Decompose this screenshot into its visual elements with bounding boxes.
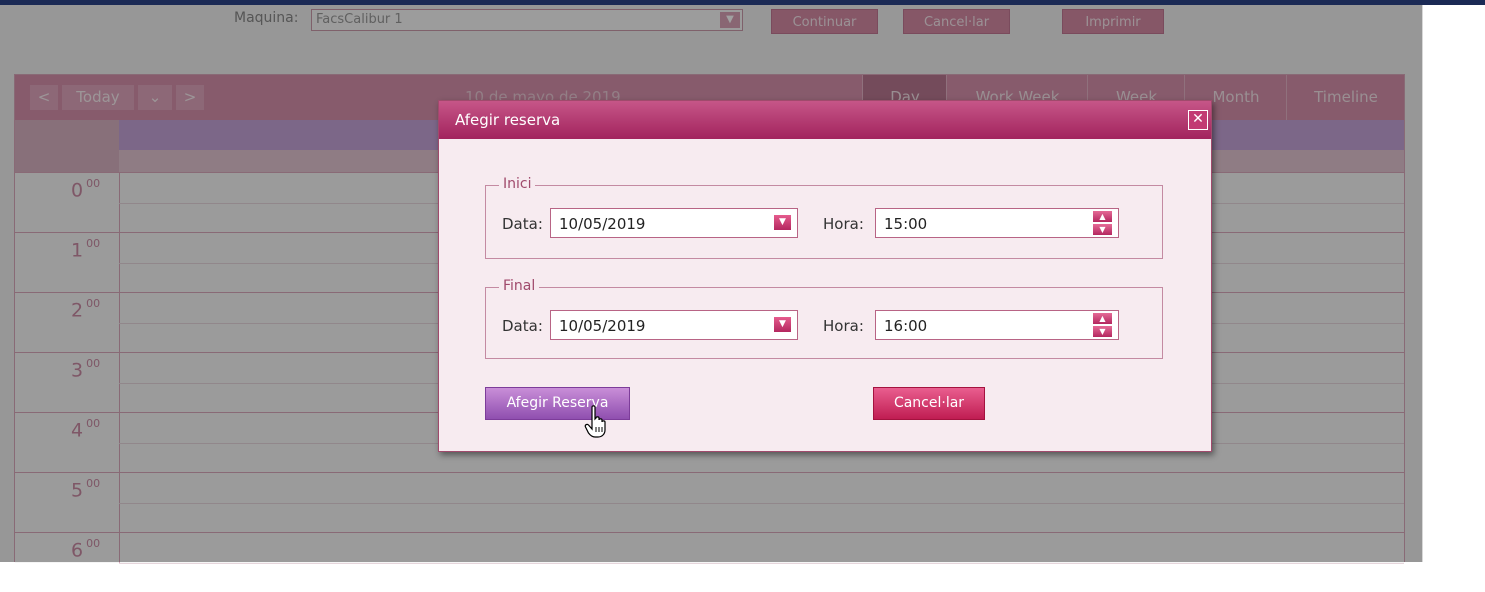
start-group: Inici Data: 10/05/2019 ▼ Hora: 15:00 ▲ ▼	[485, 176, 1163, 259]
spin-down-icon[interactable]: ▼	[1093, 326, 1112, 337]
end-time-value: 16:00	[884, 317, 928, 335]
spin-down-icon[interactable]: ▼	[1093, 224, 1112, 235]
hand-cursor-icon	[584, 405, 606, 438]
start-time-field[interactable]: 15:00 ▲ ▼	[875, 208, 1119, 238]
start-time-label: Hora:	[823, 215, 864, 233]
close-icon[interactable]: ✕	[1188, 110, 1208, 130]
chevron-down-icon[interactable]: ▼	[774, 317, 791, 332]
start-date-value: 10/05/2019	[559, 215, 646, 233]
start-time-spinner[interactable]: ▲ ▼	[1093, 211, 1112, 235]
start-date-label: Data:	[502, 215, 543, 233]
cancel-button[interactable]: Cancel·lar	[873, 387, 985, 420]
dialog-title: Afegir reserva	[455, 111, 561, 129]
start-date-field[interactable]: 10/05/2019 ▼	[550, 208, 798, 238]
right-panel	[1422, 5, 1485, 562]
end-date-field[interactable]: 10/05/2019 ▼	[550, 310, 798, 340]
end-time-label: Hora:	[823, 317, 864, 335]
end-date-label: Data:	[502, 317, 543, 335]
add-booking-dialog: Afegir reserva ✕ Inici Data: 10/05/2019 …	[438, 100, 1212, 452]
end-legend: Final	[499, 278, 540, 294]
start-legend: Inici	[499, 176, 536, 192]
chevron-down-icon[interactable]: ▼	[774, 215, 791, 230]
dialog-titlebar: Afegir reserva ✕	[439, 101, 1211, 139]
spin-up-icon[interactable]: ▲	[1093, 313, 1112, 324]
add-booking-button[interactable]: Afegir Reserva	[485, 387, 630, 420]
end-date-value: 10/05/2019	[559, 317, 646, 335]
start-time-value: 15:00	[884, 215, 928, 233]
end-time-field[interactable]: 16:00 ▲ ▼	[875, 310, 1119, 340]
half-hour-line	[119, 563, 1404, 564]
end-group: Final Data: 10/05/2019 ▼ Hora: 16:00 ▲ ▼	[485, 278, 1163, 359]
end-time-spinner[interactable]: ▲ ▼	[1093, 313, 1112, 337]
spin-up-icon[interactable]: ▲	[1093, 211, 1112, 222]
